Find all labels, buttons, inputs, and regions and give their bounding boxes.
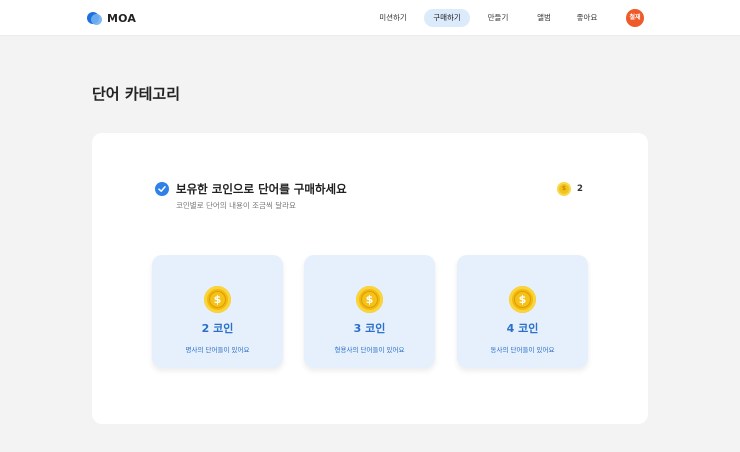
dollar-coin-icon: $ [204, 286, 231, 313]
page-title: 단어 카테고리 [92, 85, 181, 103]
nav-item-mission[interactable]: 미션하기 [372, 9, 414, 27]
purchase-headline: 보유한 코인으로 단어를 구매하세요 [176, 182, 347, 196]
nav-item-create[interactable]: 만들기 [479, 9, 517, 27]
coin-balance-value: 2 [577, 184, 583, 194]
coin-card-description: 형용사의 단어들이 있어요 [334, 346, 405, 354]
coin-card-label: 4 코인 [506, 322, 539, 335]
nav-item-purchase[interactable]: 구매하기 [424, 9, 470, 27]
dollar-coin-icon: $ [509, 286, 536, 313]
coin-card-label: 2 코인 [201, 322, 234, 335]
coin-card-label: 3 코인 [353, 322, 386, 335]
coin-symbol: $ [561, 185, 567, 192]
coin-card-3[interactable]: $ 3 코인 형용사의 단어들이 있어요 [304, 255, 435, 368]
user-avatar[interactable]: 철재 [626, 9, 644, 27]
dollar-coin-icon: $ [356, 286, 383, 313]
coin-card-2[interactable]: $ 2 코인 명사의 단어들이 있어요 [152, 255, 283, 368]
coin-icon: $ [557, 182, 571, 196]
coin-card-4[interactable]: $ 4 코인 동사의 단어들이 있어요 [457, 255, 588, 368]
coin-balance: $ 2 [557, 182, 583, 196]
nav-item-likes[interactable]: 좋아요 [568, 9, 606, 27]
coin-card-description: 동사의 단어들이 있어요 [490, 346, 555, 354]
coin-card-description: 명사의 단어들이 있어요 [185, 346, 250, 354]
check-circle-icon [155, 182, 169, 196]
coin-symbol: $ [361, 291, 378, 308]
purchase-subline: 코인별로 단어의 내용이 조금씩 달라요 [176, 201, 296, 210]
nav-item-album[interactable]: 앨범 [529, 9, 559, 27]
top-navigation-bar: MOA 미션하기 구매하기 만들기 앨범 좋아요 철재 [0, 0, 740, 36]
coin-symbol: $ [514, 291, 531, 308]
coin-symbol: $ [209, 291, 226, 308]
